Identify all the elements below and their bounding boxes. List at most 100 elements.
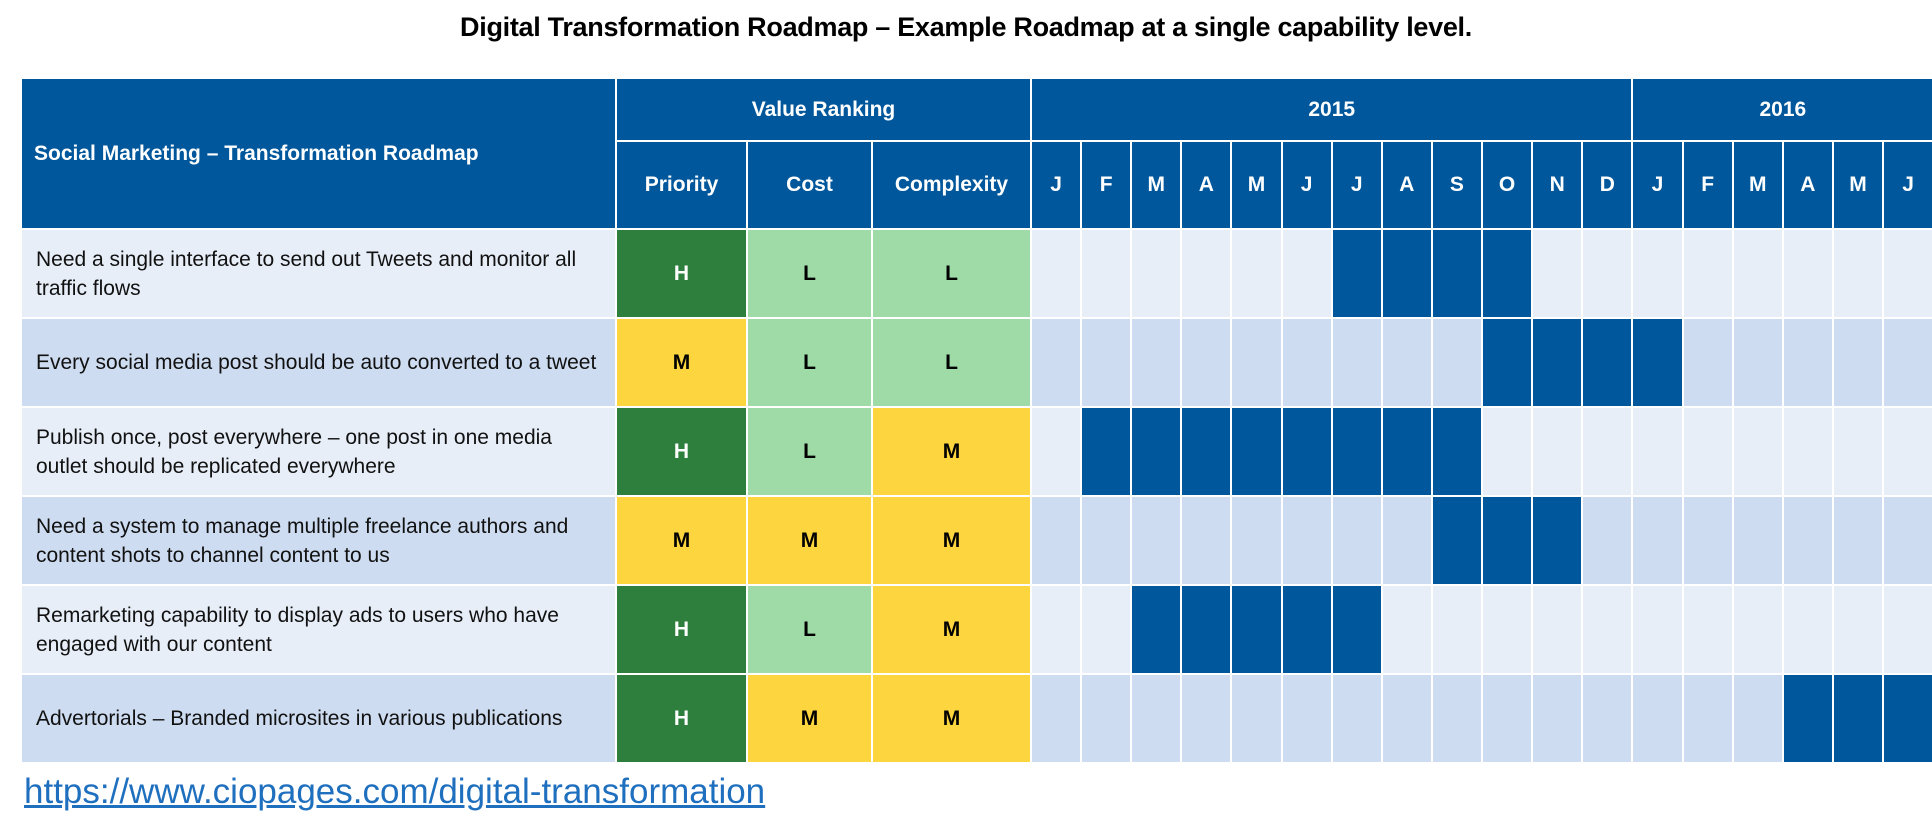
requirement-text: Advertorials – Branded microsites in var… (20, 673, 617, 764)
timeline-bar-cell (1480, 495, 1534, 586)
timeline-bar-cell (1531, 317, 1584, 408)
cost-rating: L (746, 228, 873, 319)
timeline-empty-cell (1531, 673, 1584, 764)
complexity-rating: M (871, 673, 1032, 764)
month-header: J (1882, 140, 1932, 230)
timeline-empty-cell (1581, 228, 1634, 319)
timeline-empty-cell (1130, 673, 1183, 764)
timeline-bar-cell (1781, 673, 1834, 764)
requirement-text: Publish once, post everywhere – one post… (20, 406, 617, 497)
timeline-bar-cell (1480, 317, 1534, 408)
roadmap-row: Advertorials – Branded microsites in var… (20, 673, 1932, 764)
priority-rating: H (615, 406, 748, 497)
timeline-empty-cell (1781, 584, 1834, 675)
month-header: M (1230, 140, 1283, 230)
timeline-bar-cell (1280, 584, 1333, 675)
timeline-empty-cell (1781, 406, 1834, 497)
timeline-bar-cell (1430, 228, 1483, 319)
roadmap-header: Social Marketing – Transformation Roadma… (20, 77, 617, 230)
timeline-empty-cell (1831, 406, 1885, 497)
timeline-empty-cell (1882, 584, 1932, 675)
timeline-empty-cell (1080, 673, 1133, 764)
timeline-empty-cell (1180, 673, 1233, 764)
timeline-empty-cell (1731, 673, 1784, 764)
month-header: M (1731, 140, 1784, 230)
timeline-empty-cell (1029, 406, 1083, 497)
timeline-bar-cell (1430, 495, 1483, 586)
complexity-rating: M (871, 406, 1032, 497)
timeline-empty-cell (1731, 406, 1784, 497)
timeline-bar-cell (1631, 317, 1684, 408)
timeline-bar-cell (1080, 406, 1133, 497)
month-header: N (1531, 140, 1584, 230)
timeline-empty-cell (1230, 228, 1283, 319)
month-header: F (1080, 140, 1133, 230)
timeline-empty-cell (1531, 406, 1584, 497)
timeline-empty-cell (1581, 673, 1634, 764)
timeline-empty-cell (1280, 317, 1333, 408)
timeline-empty-cell (1380, 317, 1433, 408)
month-header: S (1430, 140, 1483, 230)
timeline-empty-cell (1831, 228, 1885, 319)
timeline-empty-cell (1029, 495, 1083, 586)
timeline-bar-cell (1882, 673, 1932, 764)
timeline-empty-cell (1130, 228, 1183, 319)
timeline-empty-cell (1080, 228, 1133, 319)
timeline-empty-cell (1731, 495, 1784, 586)
timeline-bar-cell (1380, 228, 1433, 319)
timeline-bar-cell (1581, 317, 1634, 408)
timeline-empty-cell (1681, 495, 1734, 586)
timeline-empty-cell (1230, 495, 1283, 586)
timeline-empty-cell (1029, 228, 1083, 319)
ciopages-link[interactable]: https://www.ciopages.com/digital-transfo… (24, 772, 765, 812)
priority-header: Priority (615, 140, 748, 230)
timeline-empty-cell (1480, 673, 1534, 764)
timeline-bar-cell (1531, 495, 1584, 586)
cost-rating: L (746, 317, 873, 408)
timeline-empty-cell (1581, 406, 1634, 497)
timeline-empty-cell (1480, 584, 1534, 675)
timeline-empty-cell (1731, 228, 1784, 319)
timeline-empty-cell (1681, 228, 1734, 319)
year-header-2015: 2015 (1029, 77, 1634, 142)
timeline-empty-cell (1882, 406, 1932, 497)
page-title: Digital Transformation Roadmap – Example… (460, 12, 1472, 42)
timeline-empty-cell (1631, 495, 1684, 586)
timeline-empty-cell (1130, 495, 1183, 586)
timeline-empty-cell (1581, 495, 1634, 586)
requirement-text: Need a system to manage multiple freelan… (20, 495, 617, 586)
month-header: A (1781, 140, 1834, 230)
timeline-empty-cell (1831, 317, 1885, 408)
cost-rating: L (746, 406, 873, 497)
timeline-empty-cell (1581, 584, 1634, 675)
roadmap-table: Social Marketing – Transformation Roadma… (20, 77, 1932, 764)
requirement-text: Need a single interface to send out Twee… (20, 228, 617, 319)
timeline-empty-cell (1080, 584, 1133, 675)
value-ranking-header: Value Ranking (615, 77, 1032, 142)
timeline-empty-cell (1831, 584, 1885, 675)
timeline-empty-cell (1280, 495, 1333, 586)
month-header: J (1631, 140, 1684, 230)
timeline-bar-cell (1380, 406, 1433, 497)
timeline-empty-cell (1380, 673, 1433, 764)
timeline-empty-cell (1681, 673, 1734, 764)
timeline-bar-cell (1130, 406, 1183, 497)
timeline-empty-cell (1731, 317, 1784, 408)
complexity-rating: L (871, 228, 1032, 319)
timeline-empty-cell (1380, 495, 1433, 586)
timeline-empty-cell (1180, 495, 1233, 586)
timeline-empty-cell (1029, 317, 1083, 408)
requirement-text: Every social media post should be auto c… (20, 317, 617, 408)
timeline-bar-cell (1831, 673, 1885, 764)
month-header: M (1130, 140, 1183, 230)
timeline-empty-cell (1882, 317, 1932, 408)
timeline-empty-cell (1230, 673, 1283, 764)
cost-rating: L (746, 584, 873, 675)
timeline-empty-cell (1731, 584, 1784, 675)
timeline-bar-cell (1280, 406, 1333, 497)
year-header-2016: 2016 (1631, 77, 1932, 142)
timeline-empty-cell (1480, 406, 1534, 497)
timeline-bar-cell (1430, 406, 1483, 497)
cost-header: Cost (746, 140, 873, 230)
month-header: J (1029, 140, 1083, 230)
